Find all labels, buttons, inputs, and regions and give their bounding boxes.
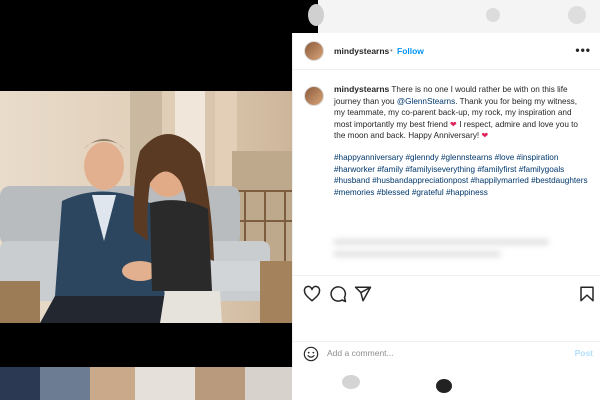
mosaic-tile: [90, 367, 135, 400]
post-actions-bar: [293, 275, 600, 316]
mosaic-tile: [195, 367, 245, 400]
post-header: mindystearns • Follow •••: [293, 33, 600, 70]
caption-mention-link[interactable]: @GlennStearns: [397, 97, 455, 106]
post-photo[interactable]: [0, 91, 292, 323]
decorative-blob: [486, 8, 500, 22]
top-black-bar: [0, 0, 318, 33]
mosaic-tile: [342, 375, 360, 389]
separator-dot: •: [390, 46, 393, 55]
post-comment-button[interactable]: Post: [575, 348, 593, 358]
post-caption: mindystearns There is no one I would rat…: [334, 84, 589, 198]
mosaic-tile: [436, 379, 452, 393]
share-icon[interactable]: [354, 285, 372, 303]
author-avatar[interactable]: [304, 41, 324, 61]
caption-author-avatar[interactable]: [304, 86, 324, 106]
heart-icon[interactable]: [303, 285, 321, 303]
comment-input[interactable]: [327, 348, 547, 358]
heart-emoji: ❤: [450, 119, 457, 129]
heart-emoji: ❤: [481, 131, 489, 141]
bookmark-icon[interactable]: [578, 285, 596, 303]
couple-photo-illustration: [0, 91, 292, 323]
emoji-icon[interactable]: [303, 346, 319, 362]
mosaic-tile: [40, 367, 90, 400]
bottom-background-strip: [0, 367, 600, 400]
follow-button[interactable]: Follow: [397, 46, 424, 56]
mosaic-tile: [245, 367, 292, 400]
post-details-panel: mindystearns • Follow ••• mindystearns T…: [292, 33, 600, 367]
comment-icon[interactable]: [329, 285, 347, 303]
mosaic-tile: [0, 367, 40, 400]
decorative-blob: [568, 6, 586, 24]
post-media-pane: [0, 33, 292, 367]
add-comment-bar: Post: [293, 341, 600, 368]
blurred-comment-placeholder: [333, 233, 573, 261]
caption-author-username[interactable]: mindystearns: [334, 84, 389, 94]
decorative-blob: [308, 4, 324, 26]
mosaic-tile: [135, 367, 195, 400]
top-background-strip: [0, 0, 600, 33]
more-options-icon[interactable]: •••: [575, 43, 591, 57]
author-username[interactable]: mindystearns: [334, 46, 389, 56]
caption-hashtags[interactable]: #happyanniversary #glenndy #glennstearns…: [334, 152, 589, 198]
